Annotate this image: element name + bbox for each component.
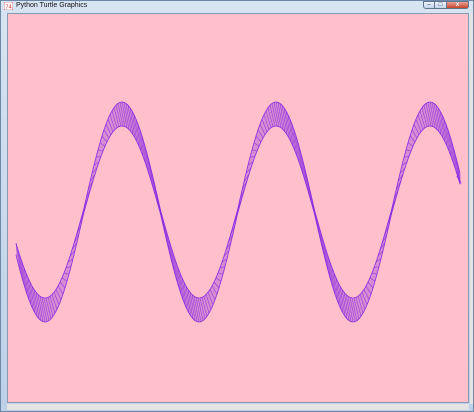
- turtle-drawing: [15, 101, 462, 323]
- horizontal-scrollbar[interactable]: [7, 404, 469, 410]
- python-turtle-app-icon: 74: [4, 2, 13, 10]
- vertical-scrollbar[interactable]: [470, 13, 473, 404]
- close-icon: x: [455, 2, 460, 8]
- ribbon-edge-bottom: [15, 125, 461, 323]
- ribbon-edge-top: [15, 101, 461, 299]
- window-controls: – □ x: [423, 1, 469, 9]
- maximize-button[interactable]: □: [435, 1, 447, 9]
- title-bar[interactable]: 74 Python Turtle Graphics – □ x: [1, 1, 473, 11]
- close-button[interactable]: x: [447, 1, 469, 9]
- sine-wave-drawing: [15, 101, 461, 323]
- window-title: Python Turtle Graphics: [16, 2, 88, 9]
- minimize-icon: –: [427, 2, 431, 8]
- app-icon-label: 74: [5, 4, 11, 10]
- minimize-button[interactable]: –: [423, 1, 435, 9]
- turtle-window: 74 Python Turtle Graphics – □ x: [0, 0, 474, 412]
- maximize-icon: □: [438, 2, 443, 8]
- turtle-canvas[interactable]: [7, 13, 469, 403]
